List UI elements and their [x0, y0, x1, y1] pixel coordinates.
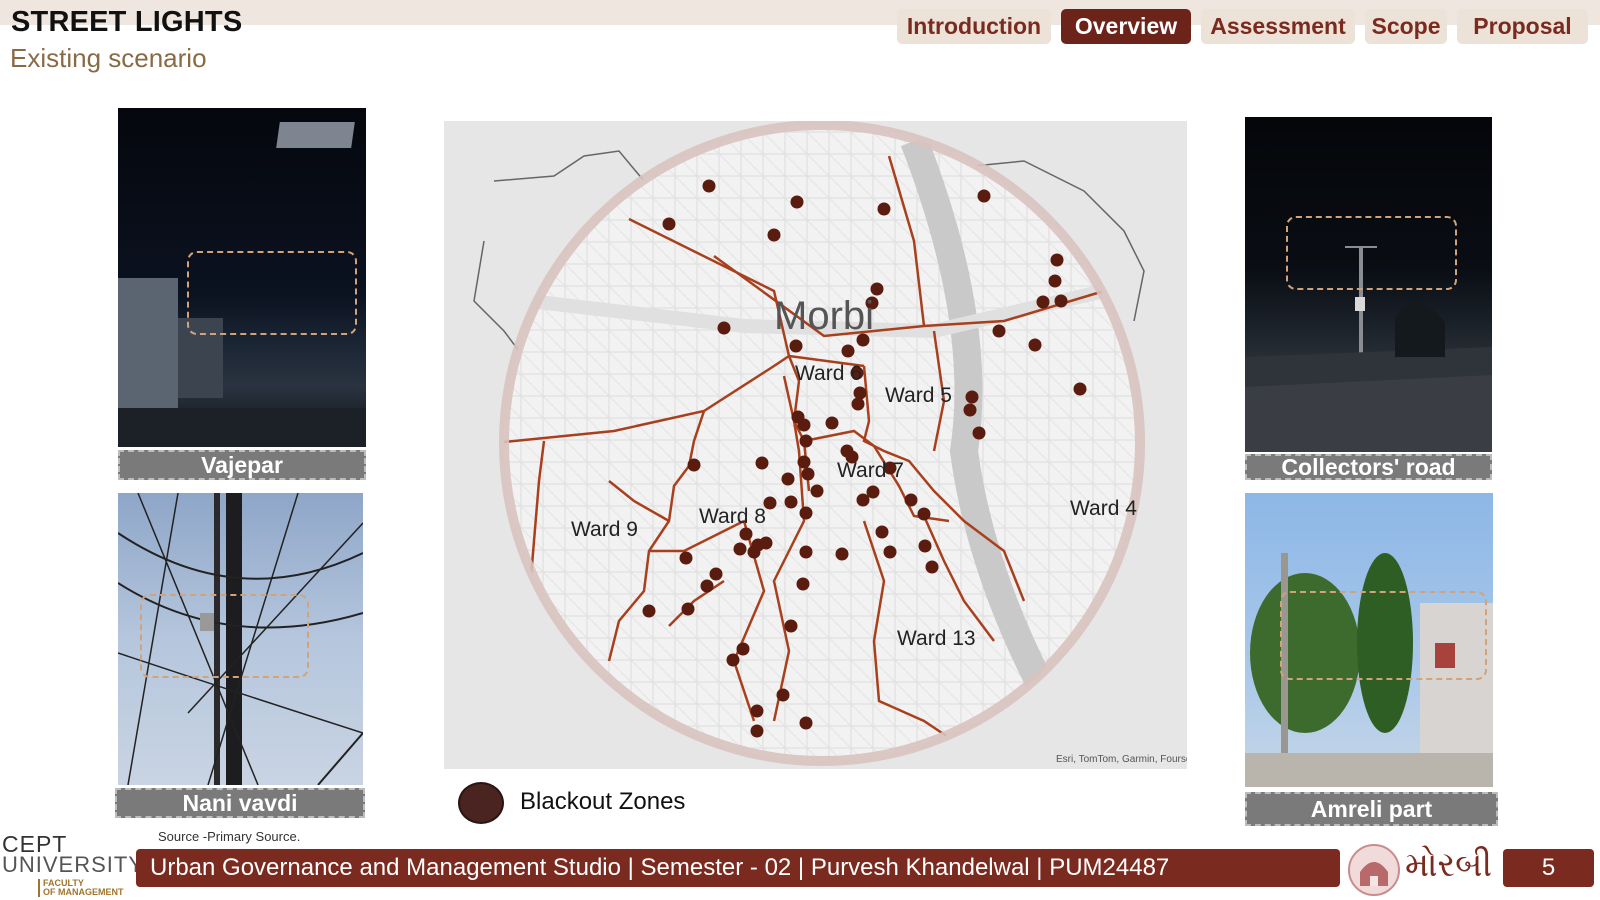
ward-label-5: Ward 5: [885, 384, 952, 407]
faculty-label: FACULTY OF MANAGEMENT: [38, 879, 124, 897]
blackout-zone-marker: [750, 724, 764, 738]
faculty-line2: OF MANAGEMENT: [43, 887, 124, 897]
blackout-zone-marker: [1050, 253, 1064, 267]
slide-subtitle: Existing scenario: [10, 43, 207, 73]
ward-label-4: Ward 4: [1070, 497, 1137, 520]
highlight-box-nani-vavdi: [140, 594, 309, 678]
blackout-zone-marker: [801, 467, 815, 481]
nav-tab-introduction[interactable]: Introduction: [897, 9, 1051, 44]
blackout-zone-marker: [796, 577, 810, 591]
blackout-zone-marker: [972, 426, 986, 440]
city-emblem-icon: [1348, 844, 1400, 896]
nav-tab-scope[interactable]: Scope: [1365, 9, 1447, 44]
blackout-zone-marker: [739, 527, 753, 541]
city-logo-text: મોરબી: [1405, 846, 1493, 884]
blackout-zone-marker: [717, 321, 731, 335]
blackout-zone-marker: [791, 410, 805, 424]
blackout-zone-marker: [687, 458, 701, 472]
blackout-zone-marker: [1048, 274, 1062, 288]
ward-map[interactable]: Morbi Ward 6 Ward 5 Ward 7 Ward 8 Ward 9…: [444, 121, 1187, 769]
blackout-zone-marker: [642, 604, 656, 618]
blackout-zone-marker: [918, 539, 932, 553]
blackout-zone-marker: [679, 551, 693, 565]
blackout-zone-marker: [781, 472, 795, 486]
blackout-zone-marker: [810, 484, 824, 498]
nav-tab-assessment[interactable]: Assessment: [1201, 9, 1355, 44]
blackout-zone-marker: [799, 434, 813, 448]
blackout-zone-marker: [835, 547, 849, 561]
blackout-zone-marker: [1073, 382, 1087, 396]
source-note: Source -Primary Source.: [158, 829, 301, 844]
blackout-zone-marker: [662, 217, 676, 231]
blackout-zone-marker: [875, 525, 889, 539]
legend-blackout-dot: [458, 782, 504, 824]
blackout-zone-marker: [866, 485, 880, 499]
highlight-box-collectors-road: [1286, 216, 1457, 290]
blackout-zone-marker: [883, 545, 897, 559]
blackout-zone-marker: [977, 189, 991, 203]
blackout-zone-marker: [790, 195, 804, 209]
legend-blackout-label: Blackout Zones: [520, 788, 686, 815]
blackout-zone-marker: [702, 179, 716, 193]
ward-label-9: Ward 9: [571, 518, 638, 541]
blackout-zone-marker: [851, 397, 865, 411]
university-logo-line2: UNIVERSITY: [2, 852, 145, 877]
blackout-zone-marker: [767, 228, 781, 242]
caption-amreli-part: Amreli part: [1245, 792, 1498, 826]
slide-title: STREET LIGHTS: [11, 6, 243, 38]
caption-nani-vavdi: Nani vavdi: [115, 788, 365, 818]
blackout-zone-marker: [853, 386, 867, 400]
blackout-zone-marker: [877, 202, 891, 216]
footer-studio-text: Urban Governance and Management Studio |…: [150, 854, 1170, 881]
blackout-zone-marker: [784, 495, 798, 509]
blackout-zone-marker: [965, 390, 979, 404]
blackout-zone-marker: [963, 403, 977, 417]
map-attribution: Esri, TomTom, Garmin, Foursquar: [1056, 754, 1187, 765]
highlight-box-amreli-part: [1280, 591, 1487, 680]
footer-bar: Urban Governance and Management Studio |…: [136, 849, 1340, 887]
blackout-zone-marker: [799, 716, 813, 730]
page-number: 5: [1503, 849, 1594, 887]
blackout-zone-marker: [736, 642, 750, 656]
ward-label-8: Ward 8: [699, 505, 766, 528]
ward-label-13: Ward 13: [897, 627, 976, 650]
blackout-zone-marker: [681, 602, 695, 616]
blackout-zone-marker: [789, 339, 803, 353]
blackout-zone-marker: [776, 688, 790, 702]
blackout-zone-marker: [904, 493, 918, 507]
blackout-zone-marker: [1028, 338, 1042, 352]
blackout-zone-marker: [750, 704, 764, 718]
blackout-zone-marker: [917, 507, 931, 521]
caption-vajepar: Vajepar: [118, 450, 366, 480]
blackout-zone-marker: [841, 344, 855, 358]
blackout-zone-marker: [700, 579, 714, 593]
nav-tab-proposal[interactable]: Proposal: [1457, 9, 1588, 44]
blackout-zone-marker: [733, 542, 747, 556]
ward-label-7: Ward 7: [837, 459, 904, 482]
blackout-zone-marker: [1054, 294, 1068, 308]
blackout-zone-marker: [784, 619, 798, 633]
blackout-zone-marker: [755, 456, 769, 470]
highlight-box-vajepar: [187, 251, 357, 335]
nav-tab-overview[interactable]: Overview: [1061, 9, 1191, 44]
blackout-zone-marker: [797, 455, 811, 469]
caption-collectors-road: Collectors' road: [1245, 454, 1492, 480]
blackout-zone-marker: [825, 416, 839, 430]
blackout-zone-marker: [799, 506, 813, 520]
blackout-zone-marker: [709, 567, 723, 581]
blackout-zone-marker: [799, 545, 813, 559]
blackout-zone-marker: [726, 653, 740, 667]
map-city-label: Morbi: [774, 294, 874, 338]
blackout-zone-marker: [992, 324, 1006, 338]
blackout-zone-marker: [1036, 295, 1050, 309]
ward-label-6: Ward 6: [795, 362, 862, 385]
blackout-zone-marker: [747, 545, 761, 559]
blackout-zone-marker: [925, 560, 939, 574]
